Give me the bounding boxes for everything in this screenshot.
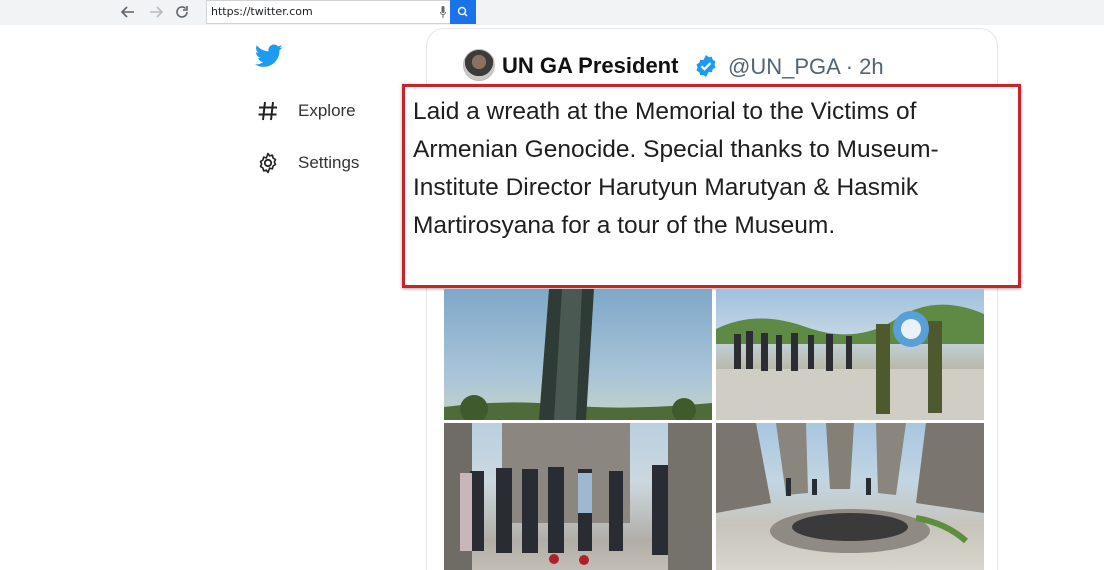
tweet-photo-3[interactable]: [444, 423, 712, 570]
avatar[interactable]: [463, 49, 495, 81]
tweet-author-name[interactable]: UN GA President: [502, 53, 678, 79]
arrow-left-icon: [120, 6, 134, 18]
tweet-text-highlight: Laid a wreath at the Memorial to the Vic…: [402, 84, 1021, 288]
tweet-photo-4[interactable]: [716, 423, 984, 570]
sidebar-item-settings[interactable]: Settings: [256, 148, 359, 178]
tweet-photo-1[interactable]: [444, 289, 712, 420]
back-button[interactable]: [118, 3, 138, 21]
tweet-handle[interactable]: @UN_PGA · 2h: [728, 54, 884, 80]
reload-button[interactable]: [172, 3, 192, 21]
arrow-right-icon: [150, 6, 164, 18]
tweet-text: Laid a wreath at the Memorial to the Vic…: [413, 98, 939, 239]
url-text: https://twitter.com: [211, 5, 313, 18]
twitter-bird-icon[interactable]: [255, 44, 283, 68]
reload-icon: [176, 6, 188, 18]
search-icon: [457, 6, 468, 17]
search-button[interactable]: [450, 0, 476, 24]
browser-toolbar: https://twitter.com: [0, 0, 1104, 25]
address-bar[interactable]: https://twitter.com: [206, 0, 450, 24]
sidebar-item-explore[interactable]: Explore: [256, 96, 356, 126]
gear-icon: [256, 151, 280, 175]
forward-button[interactable]: [146, 3, 166, 21]
sidebar-item-label: Explore: [298, 101, 356, 120]
hashtag-icon: [256, 99, 280, 123]
microphone-icon[interactable]: [440, 6, 446, 18]
sidebar-item-label: Settings: [298, 153, 360, 172]
verified-badge-icon: [696, 55, 716, 77]
tweet-photo-2[interactable]: [716, 289, 984, 420]
